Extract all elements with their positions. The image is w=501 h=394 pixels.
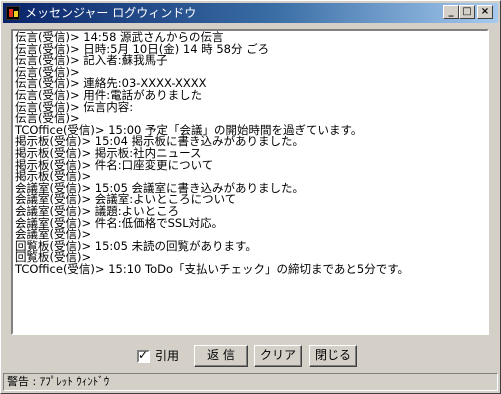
log-text-area[interactable]: 伝言(受信)> 14:58 源武さんからの伝言 伝言(受信)> 日時:5月 10日… <box>11 29 489 335</box>
clear-button[interactable]: クリア <box>254 345 302 367</box>
quote-checkbox[interactable]: ✓ <box>137 348 150 363</box>
reply-button[interactable]: 返 信 <box>194 345 248 367</box>
log-content: 伝言(受信)> 14:58 源武さんからの伝言 伝言(受信)> 日時:5月 10日… <box>15 31 487 276</box>
close-window-button[interactable]: × <box>477 5 493 19</box>
log-line: TCOffice(受信)> 15:10 ToDo「支払いチェック」の締切まであと… <box>15 261 410 276</box>
status-text: 警告 : ｱﾌﾟﾚｯﾄ ｳｨﾝﾄﾞｳ <box>7 375 110 388</box>
log-line: 伝言(受信)> 記入者:蘇我馬子 <box>15 53 168 68</box>
status-bar: 警告 : ｱﾌﾟﾚｯﾄ ｳｨﾝﾄﾞｳ <box>3 373 498 391</box>
minimize-button[interactable]: _ <box>443 5 459 19</box>
window-title: メッセンジャー ログウィンドウ <box>25 6 197 20</box>
checkmark-icon: ✓ <box>138 348 149 362</box>
app-icon <box>6 6 20 20</box>
log-line: 伝言(受信)> 伝言内容: <box>15 99 134 114</box>
title-bar[interactable]: メッセンジャー ログウィンドウ _ □ × <box>3 3 498 23</box>
quote-checkbox-label[interactable]: 引用 <box>155 349 179 363</box>
messenger-log-window: メッセンジャー ログウィンドウ _ □ × 伝言(受信)> 14:58 源武さん… <box>0 0 501 394</box>
maximize-button[interactable]: □ <box>459 5 475 19</box>
close-button[interactable]: 閉じる <box>309 345 357 367</box>
